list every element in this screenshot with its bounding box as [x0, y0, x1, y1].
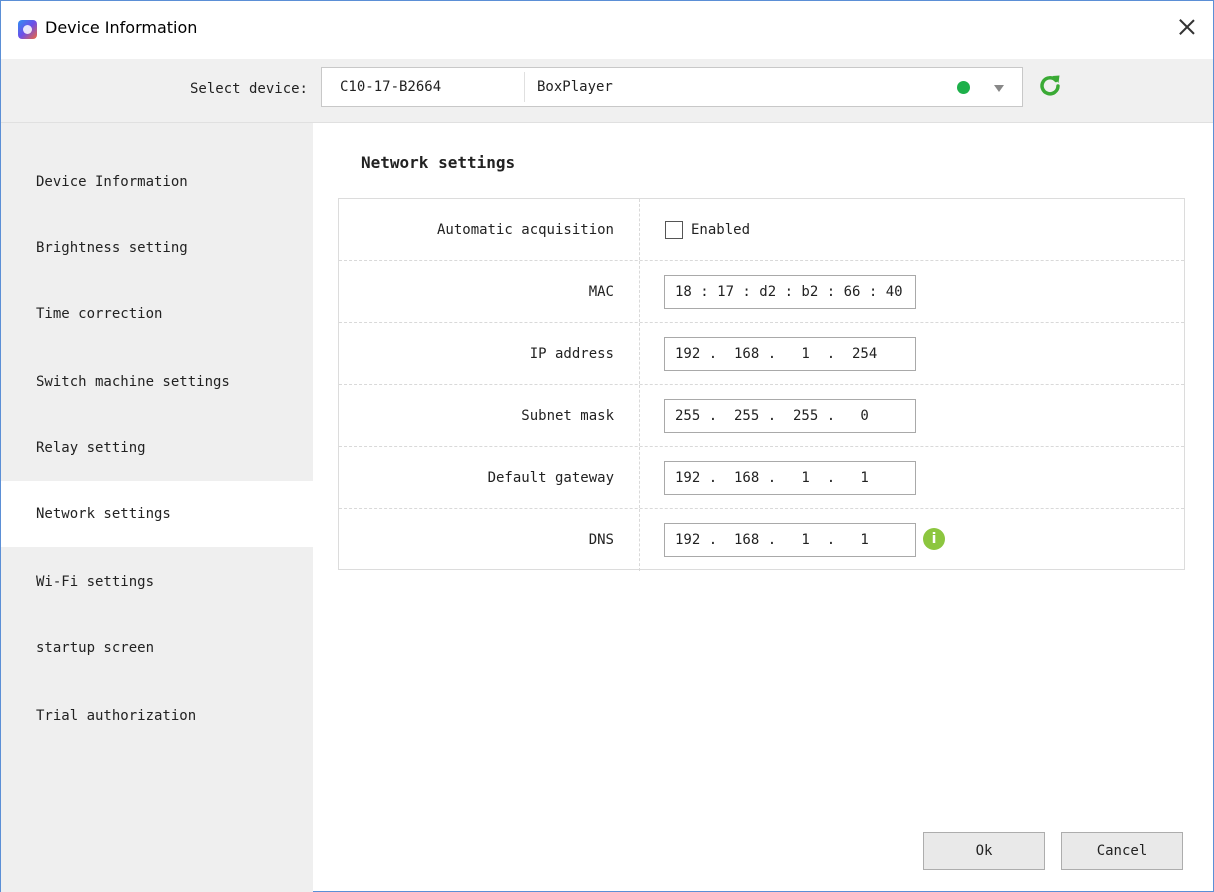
enabled-checkbox-label[interactable]: Enabled: [691, 222, 750, 238]
window-title: Device Information: [45, 18, 198, 37]
sidebar-item-label: Brightness setting: [36, 240, 188, 256]
subnet-mask-field[interactable]: 255 . 255 . 255 . 0: [664, 399, 916, 433]
sidebar-item-label: Relay setting: [36, 440, 146, 456]
sidebar-item-label: Trial authorization: [36, 708, 197, 724]
info-icon[interactable]: i: [923, 528, 945, 550]
cancel-button[interactable]: Cancel: [1061, 832, 1183, 870]
settings-sidebar: Device Information Brightness setting Ti…: [1, 123, 313, 892]
chevron-down-icon[interactable]: [994, 85, 1004, 92]
device-dropdown[interactable]: C10-17-B2664 BoxPlayer: [321, 67, 1023, 107]
sidebar-item-label: Network settings: [36, 506, 171, 522]
dns-label: DNS: [588, 532, 614, 548]
form-row-mac: MAC 18 : 17 : d2 : b2 : 66 : 40: [339, 261, 1184, 323]
divider: [639, 261, 640, 322]
sidebar-item-brightness-setting[interactable]: Brightness setting: [1, 215, 313, 281]
form-row-dns: DNS 192 . 168 . 1 . 1 i: [339, 509, 1184, 571]
form-row-automatic-acquisition: Automatic acquisition Enabled: [339, 199, 1184, 261]
divider: [639, 385, 640, 446]
mac-label: MAC: [588, 283, 614, 300]
online-status-icon: [957, 81, 970, 94]
sidebar-item-trial-authorization[interactable]: Trial authorization: [1, 683, 313, 749]
sidebar-item-label: Switch machine settings: [36, 374, 230, 390]
mac-field[interactable]: 18 : 17 : d2 : b2 : 66 : 40: [664, 275, 916, 309]
form-row-ip-address: IP address 192 . 168 . 1 . 254: [339, 323, 1184, 385]
ip-address-label: IP address: [529, 345, 614, 362]
select-device-label: Select device:: [189, 81, 308, 97]
form-row-default-gateway: Default gateway 192 . 168 . 1 . 1: [339, 447, 1184, 509]
refresh-icon[interactable]: [1037, 73, 1063, 99]
divider: [639, 447, 640, 508]
ok-button[interactable]: Ok: [923, 832, 1045, 870]
section-title: Network settings: [361, 153, 516, 172]
divider: [639, 509, 640, 571]
default-gateway-field[interactable]: 192 . 168 . 1 . 1: [664, 461, 916, 495]
sidebar-item-label: startup screen: [36, 640, 155, 656]
sidebar-item-label: Time correction: [36, 306, 163, 322]
sidebar-item-wifi-settings[interactable]: Wi-Fi settings: [1, 549, 313, 615]
sidebar-item-relay-setting[interactable]: Relay setting: [1, 415, 313, 481]
sidebar-item-startup-screen[interactable]: startup screen: [1, 615, 313, 681]
dns-field[interactable]: 192 . 168 . 1 . 1: [664, 523, 916, 557]
divider: [524, 72, 525, 102]
divider: [639, 323, 640, 384]
enabled-checkbox[interactable]: [665, 221, 683, 239]
close-icon[interactable]: [1175, 15, 1199, 39]
sidebar-item-switch-machine-settings[interactable]: Switch machine settings: [1, 349, 313, 415]
sidebar-item-label: Wi-Fi settings: [36, 574, 155, 590]
default-gateway-label: Default gateway: [487, 469, 614, 486]
sidebar-item-time-correction[interactable]: Time correction: [1, 281, 313, 347]
device-name: BoxPlayer: [537, 79, 613, 95]
device-select-bar: Select device: C10-17-B2664 BoxPlayer: [1, 59, 1213, 123]
sidebar-item-network-settings[interactable]: Network settings: [1, 481, 313, 547]
device-id: C10-17-B2664: [340, 79, 442, 95]
sidebar-item-label: Device Information: [36, 174, 188, 190]
form-row-subnet-mask: Subnet mask 255 . 255 . 255 . 0: [339, 385, 1184, 447]
device-information-window: Device Information Select device: C10-17…: [0, 0, 1214, 892]
app-logo-icon: [18, 20, 37, 39]
title-bar: Device Information: [1, 1, 1213, 59]
subnet-mask-label: Subnet mask: [521, 407, 614, 424]
divider: [639, 199, 640, 260]
network-settings-form: Automatic acquisition Enabled MAC 18 : 1…: [338, 198, 1185, 571]
sidebar-item-device-information[interactable]: Device Information: [1, 149, 313, 215]
automatic-acquisition-label: Automatic acquisition: [436, 221, 614, 238]
ip-address-field[interactable]: 192 . 168 . 1 . 254: [664, 337, 916, 371]
